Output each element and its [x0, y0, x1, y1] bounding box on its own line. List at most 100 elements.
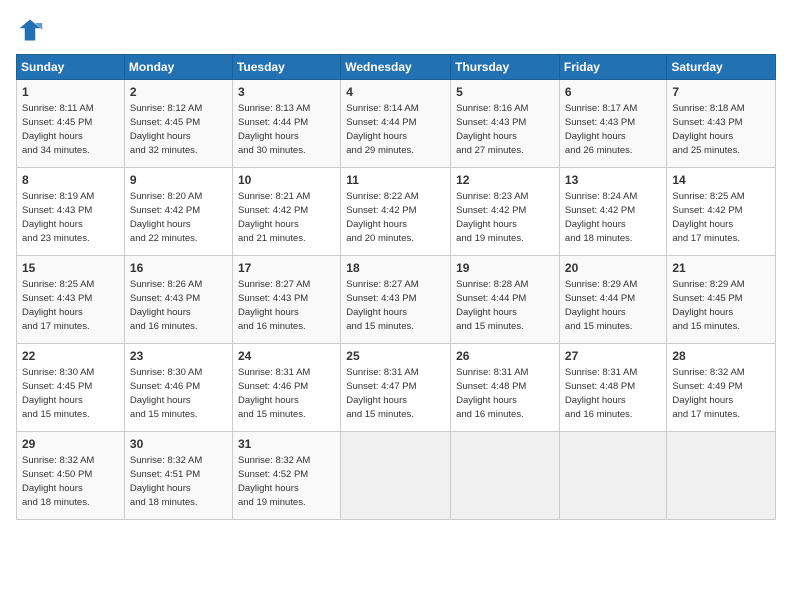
- day-info: Sunrise: 8:23 AMSunset: 4:42 PMDaylight …: [456, 191, 528, 243]
- calendar-week-row: 1 Sunrise: 8:11 AMSunset: 4:45 PMDaylight…: [17, 80, 776, 168]
- day-info: Sunrise: 8:29 AMSunset: 4:45 PMDaylight …: [672, 279, 744, 331]
- day-info: Sunrise: 8:28 AMSunset: 4:44 PMDaylight …: [456, 279, 528, 331]
- day-number: 16: [130, 260, 227, 276]
- calendar-cell: 10 Sunrise: 8:21 AMSunset: 4:42 PMDayligh…: [232, 168, 340, 256]
- calendar-cell: 4 Sunrise: 8:14 AMSunset: 4:44 PMDaylight…: [341, 80, 451, 168]
- day-number: 13: [565, 172, 661, 188]
- day-number: 17: [238, 260, 335, 276]
- calendar-cell: 23 Sunrise: 8:30 AMSunset: 4:46 PMDayligh…: [124, 344, 232, 432]
- calendar-cell: 19 Sunrise: 8:28 AMSunset: 4:44 PMDayligh…: [451, 256, 560, 344]
- calendar-cell: 27 Sunrise: 8:31 AMSunset: 4:48 PMDayligh…: [559, 344, 666, 432]
- calendar-cell: [451, 432, 560, 520]
- day-info: Sunrise: 8:21 AMSunset: 4:42 PMDaylight …: [238, 191, 310, 243]
- calendar-cell: [667, 432, 776, 520]
- dow-header: Wednesday: [341, 55, 451, 80]
- day-number: 18: [346, 260, 445, 276]
- calendar-week-row: 22Sunrise: 8:30 AMSunset: 4:45 PMDayligh…: [17, 344, 776, 432]
- calendar-cell: 30Sunrise: 8:32 AMSunset: 4:51 PMDayligh…: [124, 432, 232, 520]
- day-info: Sunrise: 8:27 AMSunset: 4:43 PMDaylight …: [346, 279, 418, 331]
- logo-icon: [16, 16, 44, 44]
- day-number: 8: [22, 172, 119, 188]
- calendar-cell: 9 Sunrise: 8:20 AMSunset: 4:42 PMDaylight…: [124, 168, 232, 256]
- calendar-table: SundayMondayTuesdayWednesdayThursdayFrid…: [16, 54, 776, 520]
- day-number: 4: [346, 84, 445, 100]
- day-info: Sunrise: 8:32 AMSunset: 4:50 PMDaylight …: [22, 455, 94, 507]
- day-info: Sunrise: 8:11 AMSunset: 4:45 PMDaylight …: [22, 103, 94, 155]
- day-number: 1: [22, 84, 119, 100]
- day-number: 28: [672, 348, 770, 364]
- calendar-cell: 3 Sunrise: 8:13 AMSunset: 4:44 PMDaylight…: [232, 80, 340, 168]
- dow-header: Sunday: [17, 55, 125, 80]
- day-info: Sunrise: 8:26 AMSunset: 4:43 PMDaylight …: [130, 279, 202, 331]
- calendar-cell: 17 Sunrise: 8:27 AMSunset: 4:43 PMDayligh…: [232, 256, 340, 344]
- calendar-cell: 11Sunrise: 8:22 AMSunset: 4:42 PMDayligh…: [341, 168, 451, 256]
- day-info: Sunrise: 8:32 AMSunset: 4:49 PMDaylight …: [672, 367, 744, 419]
- calendar-cell: 5Sunrise: 8:16 AMSunset: 4:43 PMDaylight…: [451, 80, 560, 168]
- calendar-cell: 24 Sunrise: 8:31 AMSunset: 4:46 PMDayligh…: [232, 344, 340, 432]
- day-number: 29: [22, 436, 119, 452]
- calendar-cell: 26 Sunrise: 8:31 AMSunset: 4:48 PMDayligh…: [451, 344, 560, 432]
- day-info: Sunrise: 8:31 AMSunset: 4:48 PMDaylight …: [456, 367, 528, 419]
- calendar-cell: 6Sunrise: 8:17 AMSunset: 4:43 PMDaylight…: [559, 80, 666, 168]
- day-number: 3: [238, 84, 335, 100]
- calendar-cell: [559, 432, 666, 520]
- day-info: Sunrise: 8:27 AMSunset: 4:43 PMDaylight …: [238, 279, 310, 331]
- calendar-cell: 28 Sunrise: 8:32 AMSunset: 4:49 PMDayligh…: [667, 344, 776, 432]
- calendar-cell: 21 Sunrise: 8:29 AMSunset: 4:45 PMDayligh…: [667, 256, 776, 344]
- calendar-cell: 20Sunrise: 8:29 AMSunset: 4:44 PMDayligh…: [559, 256, 666, 344]
- day-info: Sunrise: 8:13 AMSunset: 4:44 PMDaylight …: [238, 103, 310, 155]
- day-info: Sunrise: 8:24 AMSunset: 4:42 PMDaylight …: [565, 191, 637, 243]
- dow-header: Saturday: [667, 55, 776, 80]
- day-number: 27: [565, 348, 661, 364]
- day-info: Sunrise: 8:29 AMSunset: 4:44 PMDaylight …: [565, 279, 637, 331]
- day-info: Sunrise: 8:14 AMSunset: 4:44 PMDaylight …: [346, 103, 418, 155]
- calendar-cell: 2 Sunrise: 8:12 AMSunset: 4:45 PMDaylight…: [124, 80, 232, 168]
- calendar-body: 1 Sunrise: 8:11 AMSunset: 4:45 PMDaylight…: [17, 80, 776, 520]
- day-info: Sunrise: 8:30 AMSunset: 4:46 PMDaylight …: [130, 367, 202, 419]
- calendar-cell: 12 Sunrise: 8:23 AMSunset: 4:42 PMDayligh…: [451, 168, 560, 256]
- day-number: 19: [456, 260, 554, 276]
- day-number: 7: [672, 84, 770, 100]
- day-number: 23: [130, 348, 227, 364]
- calendar-cell: 1 Sunrise: 8:11 AMSunset: 4:45 PMDaylight…: [17, 80, 125, 168]
- dow-header: Monday: [124, 55, 232, 80]
- day-number: 26: [456, 348, 554, 364]
- day-info: Sunrise: 8:31 AMSunset: 4:46 PMDaylight …: [238, 367, 310, 419]
- day-number: 10: [238, 172, 335, 188]
- day-info: Sunrise: 8:18 AMSunset: 4:43 PMDaylight …: [672, 103, 744, 155]
- calendar-cell: 16 Sunrise: 8:26 AMSunset: 4:43 PMDayligh…: [124, 256, 232, 344]
- day-number: 31: [238, 436, 335, 452]
- day-number: 24: [238, 348, 335, 364]
- day-number: 22: [22, 348, 119, 364]
- calendar-cell: 22Sunrise: 8:30 AMSunset: 4:45 PMDayligh…: [17, 344, 125, 432]
- day-info: Sunrise: 8:19 AMSunset: 4:43 PMDaylight …: [22, 191, 94, 243]
- day-info: Sunrise: 8:25 AMSunset: 4:43 PMDaylight …: [22, 279, 94, 331]
- calendar-cell: 13 Sunrise: 8:24 AMSunset: 4:42 PMDayligh…: [559, 168, 666, 256]
- day-number: 9: [130, 172, 227, 188]
- day-info: Sunrise: 8:31 AMSunset: 4:47 PMDaylight …: [346, 367, 418, 419]
- day-info: Sunrise: 8:31 AMSunset: 4:48 PMDaylight …: [565, 367, 637, 419]
- calendar-cell: [341, 432, 451, 520]
- calendar-week-row: 8 Sunrise: 8:19 AMSunset: 4:43 PMDaylight…: [17, 168, 776, 256]
- calendar-week-row: 29 Sunrise: 8:32 AMSunset: 4:50 PMDayligh…: [17, 432, 776, 520]
- day-number: 2: [130, 84, 227, 100]
- dow-header: Thursday: [451, 55, 560, 80]
- day-info: Sunrise: 8:25 AMSunset: 4:42 PMDaylight …: [672, 191, 744, 243]
- calendar-cell: 14Sunrise: 8:25 AMSunset: 4:42 PMDayligh…: [667, 168, 776, 256]
- day-number: 12: [456, 172, 554, 188]
- calendar-cell: 31Sunrise: 8:32 AMSunset: 4:52 PMDayligh…: [232, 432, 340, 520]
- day-info: Sunrise: 8:12 AMSunset: 4:45 PMDaylight …: [130, 103, 202, 155]
- day-number: 30: [130, 436, 227, 452]
- day-number: 25: [346, 348, 445, 364]
- calendar-cell: 15Sunrise: 8:25 AMSunset: 4:43 PMDayligh…: [17, 256, 125, 344]
- calendar-cell: 7 Sunrise: 8:18 AMSunset: 4:43 PMDaylight…: [667, 80, 776, 168]
- page-header: [16, 16, 776, 44]
- calendar-week-row: 15Sunrise: 8:25 AMSunset: 4:43 PMDayligh…: [17, 256, 776, 344]
- calendar-cell: 18 Sunrise: 8:27 AMSunset: 4:43 PMDayligh…: [341, 256, 451, 344]
- dow-header: Tuesday: [232, 55, 340, 80]
- calendar-cell: 25 Sunrise: 8:31 AMSunset: 4:47 PMDayligh…: [341, 344, 451, 432]
- calendar-cell: 29 Sunrise: 8:32 AMSunset: 4:50 PMDayligh…: [17, 432, 125, 520]
- day-number: 21: [672, 260, 770, 276]
- day-info: Sunrise: 8:22 AMSunset: 4:42 PMDaylight …: [346, 191, 418, 243]
- day-info: Sunrise: 8:20 AMSunset: 4:42 PMDaylight …: [130, 191, 202, 243]
